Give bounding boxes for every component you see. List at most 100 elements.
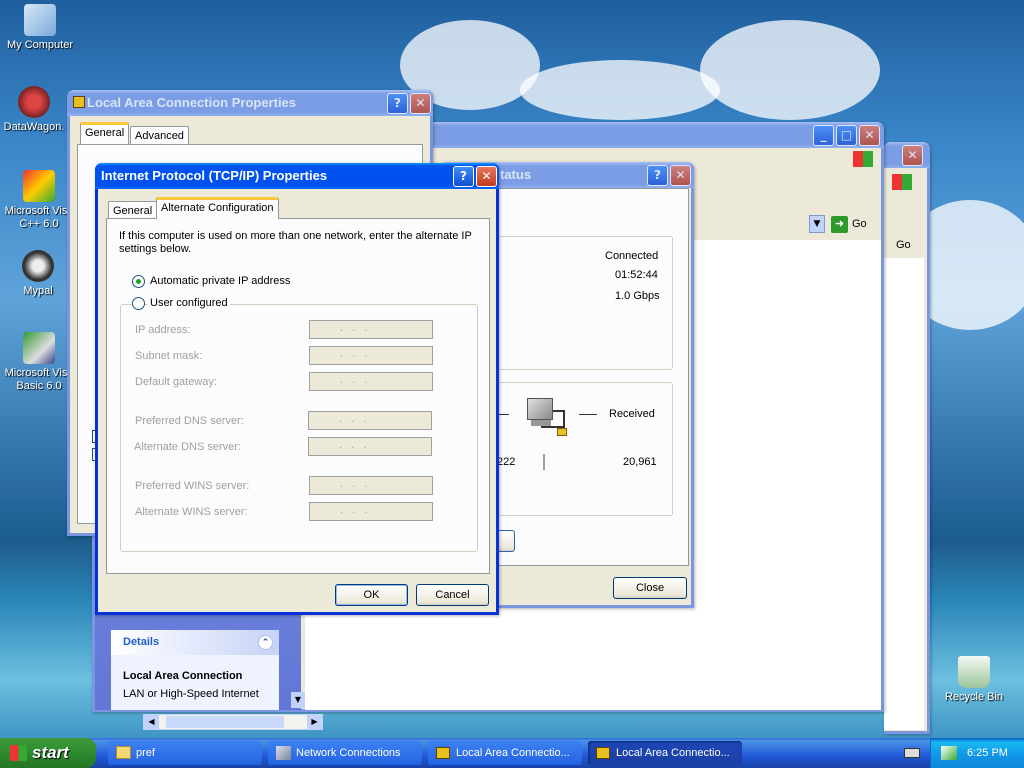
alternate-wins-field[interactable]: . . . — [309, 502, 433, 521]
visual-basic-icon — [23, 332, 55, 364]
radio-automatic-private-ip[interactable] — [132, 275, 145, 288]
help-button[interactable]: ? — [453, 166, 474, 187]
scroll-thumb[interactable] — [166, 716, 284, 728]
desktop-icon-label: My Computer — [6, 39, 74, 51]
vertical-scrollbar[interactable]: ▼ — [291, 692, 305, 708]
tab-advanced[interactable]: Advanced — [130, 126, 189, 146]
mypal-icon — [22, 250, 54, 282]
keyboard-icon[interactable] — [904, 748, 920, 758]
cloud — [520, 60, 720, 120]
duration-value: 01:52:44 — [615, 269, 658, 281]
intro-text: If this computer is used on more than on… — [119, 230, 472, 255]
go-label: Go — [896, 239, 911, 251]
tab-alternate-configuration[interactable]: Alternate Configuration — [156, 197, 279, 219]
horizontal-scrollbar[interactable]: ◀ ▶ — [143, 714, 323, 730]
status-value: Connected — [605, 250, 659, 262]
system-tray: 6:25 PM — [930, 738, 1024, 768]
windows-flag-icon — [10, 745, 27, 761]
close-button[interactable]: ✕ — [859, 125, 880, 146]
preferred-dns-field[interactable]: . . . — [308, 411, 432, 430]
field-dots: . . . — [339, 439, 367, 451]
visual-cpp-icon — [23, 170, 55, 202]
task-label: Local Area Connectio... — [616, 747, 730, 759]
field-dots: . . . — [339, 413, 367, 425]
address-dropdown-button[interactable]: ▼ — [809, 215, 825, 233]
cloud — [700, 20, 880, 120]
field-dots: . . . — [340, 348, 368, 360]
computer-icon — [24, 4, 56, 36]
scroll-right-button[interactable]: ▶ — [307, 715, 322, 729]
default-gateway-label: Default gateway: — [135, 376, 217, 388]
window-title: tatus — [500, 167, 532, 182]
go-button[interactable]: ➜ Go — [831, 214, 877, 234]
activity-group — [483, 382, 673, 516]
radio-user-configured[interactable] — [132, 297, 145, 310]
task-lac-status[interactable]: Local Area Connectio... — [588, 741, 742, 765]
title-bar: Local Area Connection Properties — [67, 90, 433, 116]
close-button[interactable]: ✕ — [670, 165, 691, 186]
help-button[interactable]: ? — [647, 165, 668, 186]
task-network-connections[interactable]: Network Connections — [268, 741, 422, 765]
field-dots: . . . — [340, 478, 368, 490]
activity-divider — [543, 454, 545, 470]
datawagon-icon — [18, 86, 50, 118]
preferred-wins-field[interactable]: . . . — [309, 476, 433, 495]
network-connections-icon — [276, 746, 291, 760]
task-label: pref — [136, 747, 155, 759]
taskbar: start pref Network Connections Local Are… — [0, 738, 1024, 768]
minimize-button[interactable]: _ — [813, 125, 834, 146]
window-title: Local Area Connection Properties — [87, 95, 297, 110]
task-lac-properties[interactable]: Local Area Connectio... — [428, 741, 582, 765]
go-arrow-icon: ➜ — [831, 216, 848, 233]
radio-user-label[interactable]: User configured — [148, 297, 230, 309]
clock[interactable]: 6:25 PM — [967, 747, 1008, 759]
network-tray-icon[interactable] — [941, 746, 957, 760]
tab-general[interactable]: General — [80, 122, 130, 144]
close-dialog-button[interactable]: Close — [613, 577, 687, 599]
title-bar: Internet Protocol (TCP/IP) Properties — [95, 163, 499, 189]
task-label: Network Connections — [296, 747, 401, 759]
tcpip-properties-dialog: Internet Protocol (TCP/IP) Properties ? … — [95, 163, 499, 615]
start-label: start — [32, 743, 69, 762]
field-dots: . . . — [340, 322, 368, 334]
close-button[interactable]: ✕ — [476, 166, 497, 187]
window-title: Internet Protocol (TCP/IP) Properties — [101, 168, 328, 183]
start-button[interactable]: start — [0, 738, 96, 768]
network-activity-icon — [523, 396, 567, 442]
radio-automatic-label[interactable]: Automatic private IP address — [150, 275, 290, 287]
alternate-dns-field[interactable]: . . . — [308, 437, 432, 456]
desktop-icon-recycle-bin[interactable]: Recycle Bin — [934, 656, 1014, 704]
ip-address-field[interactable]: . . . — [309, 320, 433, 339]
go-label: Go — [852, 218, 867, 230]
desktop-icon-label: Recycle Bin — [944, 691, 1004, 703]
desktop-icon-datawagon[interactable]: DataWagon. — [0, 86, 74, 134]
sent-bytes-partial: 222 — [497, 456, 516, 468]
help-button[interactable]: ? — [387, 93, 408, 114]
desktop-icon-my-computer[interactable]: My Computer — [0, 4, 80, 52]
close-button[interactable]: ✕ — [410, 93, 431, 114]
speed-value: 1.0 Gbps — [615, 290, 660, 302]
details-header[interactable]: Details ⌃ — [111, 630, 279, 655]
scroll-left-button[interactable]: ◀ — [144, 715, 159, 729]
default-gateway-field[interactable]: . . . — [309, 372, 433, 391]
collapse-chevron-icon[interactable]: ⌃ — [258, 635, 273, 650]
windows-logo-icon — [853, 151, 873, 167]
task-pref[interactable]: pref — [108, 741, 262, 765]
ip-address-label: IP address: — [135, 324, 191, 336]
details-panel: Details ⌃ Local Area Connection LAN or H… — [111, 630, 279, 710]
maximize-button[interactable]: □ — [836, 125, 857, 146]
desktop-icon-label: Microsoft Visu C++ 6.0 — [4, 205, 74, 230]
alternate-wins-label: Alternate WINS server: — [135, 506, 248, 518]
cancel-button[interactable]: Cancel — [416, 584, 489, 606]
network-connection-icon — [73, 96, 85, 108]
subnet-mask-field[interactable]: . . . — [309, 346, 433, 365]
folder-icon — [116, 746, 131, 759]
go-button[interactable]: Go — [882, 236, 918, 254]
details-connection-type: LAN or High-Speed Internet — [123, 688, 259, 700]
close-button[interactable]: ✕ — [902, 145, 923, 166]
ok-button[interactable]: OK — [335, 584, 408, 606]
task-label: Local Area Connectio... — [456, 747, 570, 759]
preferred-dns-label: Preferred DNS server: — [135, 415, 244, 427]
details-title: Details — [123, 636, 160, 648]
recycle-bin-icon — [958, 656, 990, 688]
